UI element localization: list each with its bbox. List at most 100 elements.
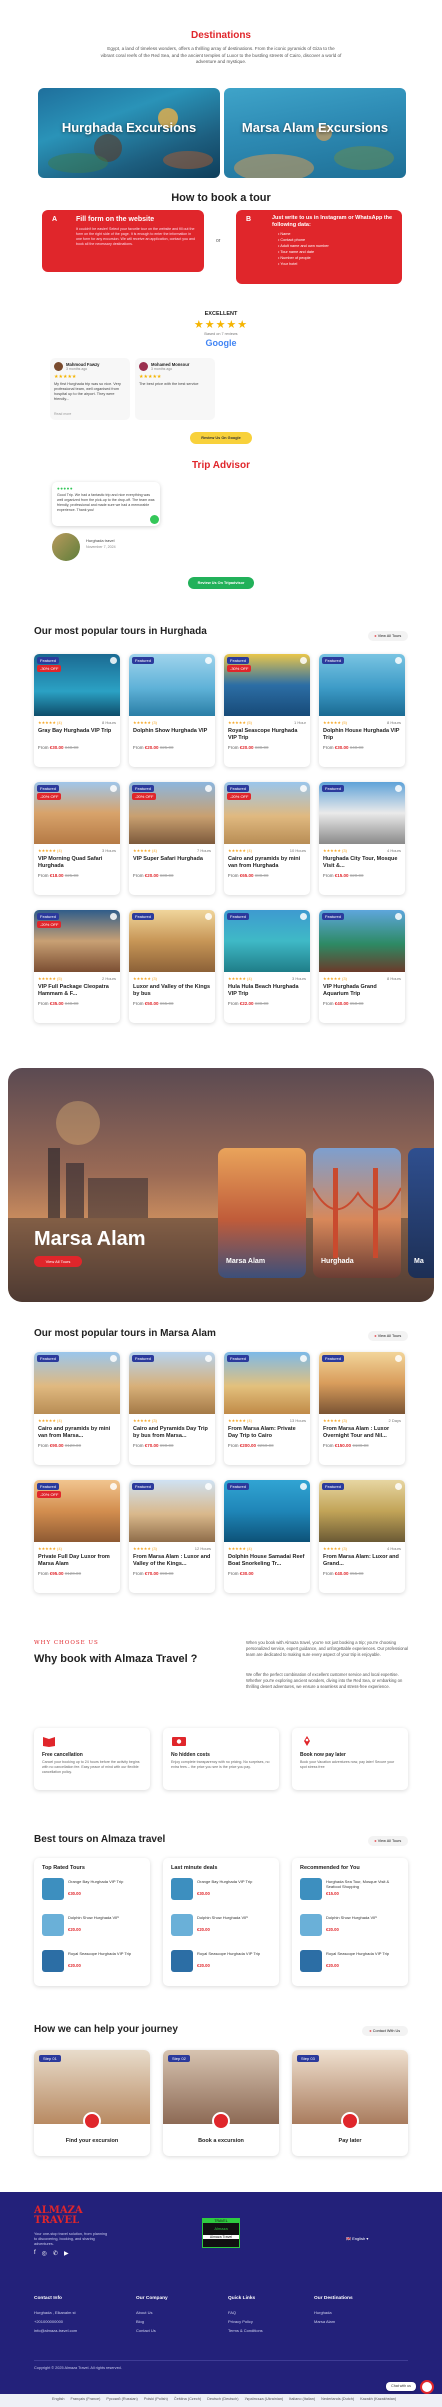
- heart-icon[interactable]: [300, 1355, 307, 1362]
- tour-title[interactable]: Dolphin House Samadai Reef Boat Snorkeli…: [228, 1554, 306, 1568]
- instagram-icon[interactable]: ◎: [42, 2250, 47, 2257]
- tour-name[interactable]: Dolphin Show Hurghada VIP: [326, 1915, 402, 1920]
- footer-link[interactable]: Blog: [136, 2317, 144, 2326]
- tour-photo[interactable]: Featured -20% OFF: [34, 910, 120, 972]
- tour-title[interactable]: From Marsa Alam : Luxor and Valley of th…: [133, 1554, 211, 1568]
- tour-card[interactable]: Featured -30% OFF ★★★★★ (5) 1 Hour Royal Sea…: [224, 654, 310, 767]
- tour-card[interactable]: Featured ★★★★★ (3) 12 Hours From Marsa Alam…: [129, 1480, 215, 1593]
- tour-photo[interactable]: Featured -30% OFF: [224, 654, 310, 716]
- footer-link[interactable]: +201000000000: [34, 2317, 63, 2326]
- tour-title[interactable]: Hula Hula Beach Hurghada VIP Trip: [228, 984, 306, 998]
- tour-name[interactable]: Royal Seascope Hurghada VIP Trip: [326, 1951, 402, 1956]
- whatsapp-icon[interactable]: ✆: [53, 2250, 58, 2257]
- facebook-icon[interactable]: f: [34, 2250, 36, 2257]
- language-option[interactable]: Українська (Ukrainian): [245, 2397, 284, 2401]
- language-option[interactable]: Kazakh (Kazakhstan): [360, 2397, 396, 2401]
- footer-link[interactable]: Terms & Conditions: [228, 2326, 263, 2335]
- tour-card[interactable]: Featured ★★★★★ (3) Cairo and Pyramids Day …: [129, 1352, 215, 1465]
- footer-logo[interactable]: ALMAZA TRAVEL: [34, 2206, 94, 2226]
- footer-link[interactable]: About Us: [136, 2308, 152, 2317]
- tour-title[interactable]: From Marsa Alam: Private Day Trip to Cai…: [228, 1426, 306, 1440]
- tour-title[interactable]: Hurghada City Tour, Mosque Visit &...: [323, 856, 401, 870]
- tour-card[interactable]: Featured -20% OFF ★★★★★ (4) 7 Hours VIP Supe…: [129, 782, 215, 895]
- tour-name[interactable]: Orange Bay Hurghada VIP Trip: [197, 1879, 273, 1884]
- tour-title[interactable]: Cairo and pyramids by mini van from Mars…: [38, 1426, 116, 1440]
- review-google-button[interactable]: Review Us On Google: [190, 432, 252, 444]
- tour-card[interactable]: Featured ★★★★★ (4) 13 Hours From Marsa Alam…: [224, 1352, 310, 1465]
- language-option[interactable]: Nederlands (Dutch): [321, 2397, 354, 2401]
- tour-thumbnail[interactable]: [171, 1950, 193, 1972]
- tour-photo[interactable]: Featured: [34, 1352, 120, 1414]
- tour-card[interactable]: Featured -30% OFF ★★★★★ (4) 8 Hours Gray Bay…: [34, 654, 120, 767]
- tour-title[interactable]: Royal Seascope Hurghada VIP Trip: [228, 728, 306, 742]
- tour-photo[interactable]: Featured: [319, 654, 405, 716]
- tour-card[interactable]: Featured ★★★★★ (3) Luxor and Valley of the…: [129, 910, 215, 1023]
- hurghada-view-all-button[interactable]: ▸ View All Tours: [368, 631, 408, 641]
- tour-photo[interactable]: Featured: [319, 1352, 405, 1414]
- tour-photo[interactable]: Featured: [319, 1480, 405, 1542]
- tour-card[interactable]: Featured ★★★★★ (3) 4 Hours Hurghada City To…: [319, 782, 405, 895]
- tour-title[interactable]: Dolphin House Hurghada VIP Trip: [323, 728, 401, 742]
- heart-icon[interactable]: [110, 785, 117, 792]
- footer-link[interactable]: Contact Us: [136, 2326, 156, 2335]
- tour-photo[interactable]: Featured: [129, 910, 215, 972]
- tour-photo[interactable]: Featured: [129, 1480, 215, 1542]
- tour-photo[interactable]: Featured -20% OFF: [224, 782, 310, 844]
- tour-title[interactable]: VIP Super Safari Hurghada: [133, 856, 211, 863]
- tour-thumbnail[interactable]: [300, 1878, 322, 1900]
- heart-icon[interactable]: [395, 657, 402, 664]
- tour-thumbnail[interactable]: [42, 1914, 64, 1936]
- tour-name[interactable]: Dolphin Show Hurghada VIP: [68, 1915, 144, 1920]
- chat-label[interactable]: Chat with us: [386, 2382, 416, 2391]
- tour-title[interactable]: From Marsa Alam: Luxor and Grand...: [323, 1554, 401, 1568]
- heart-icon[interactable]: [395, 913, 402, 920]
- tour-title[interactable]: Cairo and Pyramids Day Trip by bus from …: [133, 1426, 211, 1440]
- slide-next[interactable]: Ma: [408, 1148, 434, 1278]
- heart-icon[interactable]: [110, 913, 117, 920]
- tour-thumbnail[interactable]: [171, 1878, 193, 1900]
- tour-card[interactable]: Featured -20% OFF ★★★★★ (4) Private Full Da…: [34, 1480, 120, 1593]
- tour-photo[interactable]: Featured: [129, 654, 215, 716]
- youtube-icon[interactable]: ▶: [64, 2250, 69, 2257]
- tour-photo[interactable]: Featured -20% OFF: [34, 782, 120, 844]
- heart-icon[interactable]: [205, 1355, 212, 1362]
- heart-icon[interactable]: [300, 1483, 307, 1490]
- tour-photo[interactable]: Featured -30% OFF: [34, 654, 120, 716]
- tour-title[interactable]: From Marsa Alam : Luxor Overnight Tour a…: [323, 1426, 401, 1440]
- footer-link[interactable]: Hurghada: [314, 2308, 332, 2317]
- tour-name[interactable]: Royal Seascope Hurghada VIP Trip: [68, 1951, 144, 1956]
- tour-card[interactable]: Featured -20% OFF ★★★★★ (4) 3 Hours VIP Morn…: [34, 782, 120, 895]
- tour-card[interactable]: Featured ★★★★★ (3) 4 Hours From Marsa Alam:…: [319, 1480, 405, 1593]
- language-option[interactable]: Čeština (Czech): [174, 2397, 201, 2401]
- language-option[interactable]: Deutsch (Deutsch): [207, 2397, 238, 2401]
- heart-icon[interactable]: [300, 657, 307, 664]
- tour-title[interactable]: VIP Hurghada Grand Aquarium Trip: [323, 984, 401, 998]
- footer-link[interactable]: Hurghada , Elkanalm st: [34, 2308, 76, 2317]
- tour-title[interactable]: VIP Full Package Cleopatra Hammam & F...: [38, 984, 116, 998]
- slide-hurghada[interactable]: Hurghada: [313, 1148, 401, 1278]
- tour-title[interactable]: Luxor and Valley of the Kings by bus: [133, 984, 211, 998]
- language-option[interactable]: Русский (Russian): [106, 2397, 137, 2401]
- hurghada-excursions-card[interactable]: Hurghada Excursions: [38, 88, 220, 178]
- heart-icon[interactable]: [395, 785, 402, 792]
- heart-icon[interactable]: [110, 657, 117, 664]
- tour-photo[interactable]: Featured -20% OFF: [129, 782, 215, 844]
- tour-photo[interactable]: Featured: [224, 1352, 310, 1414]
- tour-title[interactable]: VIP Morning Quad Safari Hurghada: [38, 856, 116, 870]
- heart-icon[interactable]: [395, 1355, 402, 1362]
- tour-title[interactable]: Cairo and pyramids by mini van from Hurg…: [228, 856, 306, 870]
- heart-icon[interactable]: [205, 1483, 212, 1490]
- slide-marsa-alam[interactable]: Marsa Alam: [218, 1148, 306, 1278]
- tour-card[interactable]: Featured ★★★★★ (5) 8 Hours Dolphin House Hu…: [319, 654, 405, 767]
- tour-thumbnail[interactable]: [42, 1950, 64, 1972]
- tour-thumbnail[interactable]: [300, 1950, 322, 1972]
- heart-icon[interactable]: [205, 913, 212, 920]
- tour-card[interactable]: Featured ★★★★★ (4) Cairo and pyramids by m…: [34, 1352, 120, 1465]
- tour-photo[interactable]: Featured: [319, 910, 405, 972]
- language-option[interactable]: English: [52, 2397, 64, 2401]
- marsa-view-all-button[interactable]: ▸ View All Tours: [368, 1331, 408, 1341]
- tour-card[interactable]: Featured ★★★★★ (3) Dolphin Show Hurghada V…: [129, 654, 215, 767]
- tour-name[interactable]: Orange Bay Hurghada VIP Trip: [68, 1879, 144, 1884]
- tour-title[interactable]: Gray Bay Hurghada VIP Trip: [38, 728, 116, 735]
- heart-icon[interactable]: [395, 1483, 402, 1490]
